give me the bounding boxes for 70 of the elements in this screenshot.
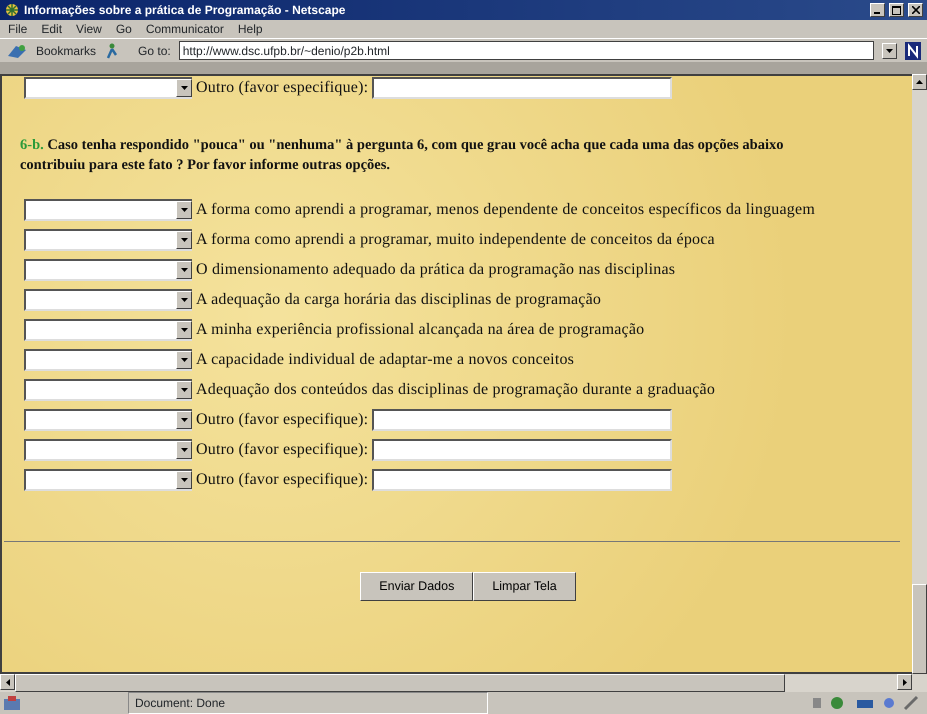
option-label: Outro (favor especifique):: [196, 440, 368, 460]
dropdown[interactable]: [24, 289, 192, 312]
dropdown-icon: [886, 48, 893, 52]
scroll-right-button[interactable]: [897, 674, 912, 690]
text-field[interactable]: [372, 409, 672, 432]
option-label: Outro (favor especifique):: [196, 470, 368, 490]
up-arrow-icon: [916, 80, 923, 84]
dropdown-icon: [180, 268, 188, 272]
right-arrow-icon: [902, 678, 906, 686]
bookmarks-button[interactable]: Bookmarks: [36, 42, 96, 60]
option-label: A minha experiência profissional alcançada na área de programação: [196, 320, 644, 340]
scrollbar-thumb[interactable]: [912, 584, 927, 674]
status-text: Document: Done: [128, 692, 488, 714]
option-label: A capacidade individual de adaptar-me a novos conceitos: [196, 350, 574, 370]
dropdown[interactable]: [24, 259, 192, 282]
form-button[interactable]: Limpar Tela: [473, 572, 576, 601]
location-field[interactable]: http://www.dsc.ufpb.br/~denio/p2b.html: [178, 41, 874, 60]
dropdown-button[interactable]: [882, 42, 897, 58]
dropdown[interactable]: [24, 199, 192, 222]
maximize-button[interactable]: [889, 3, 904, 17]
minimize-button[interactable]: [870, 3, 885, 17]
dropdown-icon: [180, 478, 188, 482]
option-label: Adequação dos conteúdos das disciplinas de programação durante a graduação: [196, 380, 716, 400]
figure-icon: [104, 42, 118, 58]
scroll-up-button[interactable]: [912, 74, 927, 90]
menu-item[interactable]: Help: [238, 20, 263, 38]
go-to-label: Go to:: [138, 42, 171, 60]
dropdown[interactable]: [24, 349, 192, 372]
scrollbar-thumb[interactable]: [15, 674, 785, 692]
window-title: Informações sobre a prática de Programação - Netscape: [24, 2, 346, 19]
question-text: 6-b. Caso tenha respondido "pouca" ou "nenhuma" à pergunta 6, com que grau você acha que cada uma das opções abaixo contribuiu para este fato ? Por favor informe outras opções.: [20, 136, 784, 175]
option-label: O dimensionamento adequado da prática da programação nas disciplinas: [196, 260, 676, 280]
dropdown[interactable]: [24, 469, 192, 492]
menu-item[interactable]: Go: [116, 20, 132, 38]
menu-item[interactable]: View: [76, 20, 102, 38]
netscape-logo-icon: [905, 42, 921, 60]
left-arrow-icon: [6, 678, 10, 686]
text-field[interactable]: [372, 77, 672, 99]
text-field[interactable]: [372, 439, 672, 462]
dropdown[interactable]: [24, 229, 192, 252]
close-button[interactable]: [908, 3, 923, 17]
dropdown-icon: [180, 86, 188, 90]
maximize-icon: [892, 6, 901, 14]
dropdown-icon: [180, 388, 188, 392]
form-button[interactable]: Enviar Dados: [360, 572, 474, 601]
dropdown-icon: [180, 448, 188, 452]
text-field[interactable]: [372, 469, 672, 492]
option-label: A forma como aprendi a programar, menos dependente de conceitos específicos da linguagem: [196, 200, 815, 220]
dropdown[interactable]: [24, 409, 192, 432]
option-label: Outro (favor especifique):: [196, 410, 368, 430]
menu-item[interactable]: File: [8, 20, 28, 38]
dropdown-icon: [180, 238, 188, 242]
app-icon: [4, 2, 20, 18]
dropdown-icon: [180, 418, 188, 422]
dropdown-icon: [180, 358, 188, 362]
dropdown-icon: [180, 328, 188, 332]
dropdown-icon: [180, 298, 188, 302]
option-label: A forma como aprendi a programar, muito independente de conceitos da época: [196, 230, 715, 250]
dropdown[interactable]: [24, 439, 192, 462]
close-icon: [912, 6, 920, 14]
dropdown-icon: [180, 208, 188, 212]
option-label: Outro (favor especifique):: [196, 78, 368, 98]
menu-item[interactable]: Communicator: [146, 20, 224, 38]
dropdown[interactable]: [24, 379, 192, 402]
scroll-left-button[interactable]: [0, 674, 15, 690]
dropdown[interactable]: [24, 319, 192, 342]
menu-item[interactable]: Edit: [41, 20, 62, 38]
security-icon: [4, 696, 20, 710]
dropdown[interactable]: [24, 77, 192, 99]
option-label: A adequação da carga horária das disciplinas de programação: [196, 290, 602, 310]
